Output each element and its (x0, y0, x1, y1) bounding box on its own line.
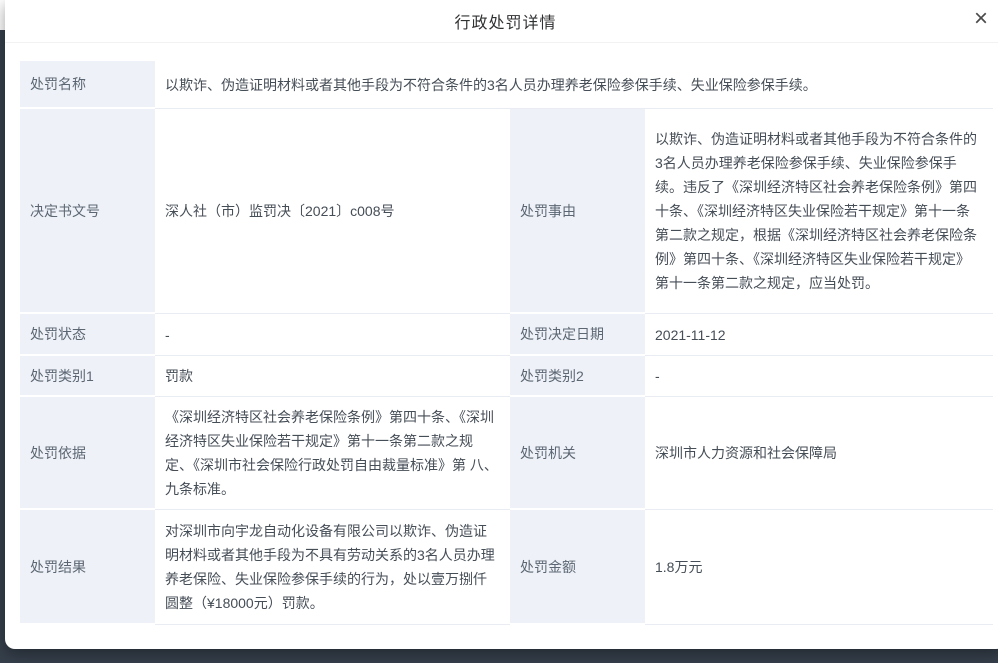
value-penalty-status: - (155, 314, 510, 356)
label-decision-date: 处罚决定日期 (510, 314, 645, 356)
page-background: { "dialog": { "title": "行政处罚详情", "close_… (0, 0, 998, 663)
penalty-detail-table: 处罚名称 以欺诈、伪造证明材料或者其他手段为不符合条件的3名人员办理养老保险参保… (20, 61, 993, 625)
value-penalty-basis: 《深圳经济特区社会养老保险条例》第四十条、《深圳经济特区失业保险若干规定》第十一… (155, 397, 510, 510)
dialog-header: 行政处罚详情 × (5, 0, 998, 43)
value-penalty-reason: 以欺诈、伪造证明材料或者其他手段为不符合条件的3名人员办理养老保险参保手续、失业… (645, 109, 993, 314)
label-category-1: 处罚类别1 (20, 356, 155, 397)
label-penalty-status: 处罚状态 (20, 314, 155, 356)
label-penalty-result: 处罚结果 (20, 510, 155, 625)
close-icon[interactable]: × (968, 2, 994, 36)
value-category-2: - (645, 356, 993, 397)
value-penalty-amount: 1.8万元 (645, 510, 993, 625)
label-penalty-authority: 处罚机关 (510, 397, 645, 510)
value-decision-date: 2021-11-12 (645, 314, 993, 356)
penalty-detail-dialog: 行政处罚详情 × 处罚名称 以欺诈、伪造证明材料或者其他手段为不符合条件的3名人… (5, 0, 998, 649)
dialog-title: 行政处罚详情 (454, 9, 556, 33)
label-penalty-basis: 处罚依据 (20, 397, 155, 510)
label-category-2: 处罚类别2 (510, 356, 645, 397)
label-penalty-amount: 处罚金额 (510, 510, 645, 625)
label-penalty-reason: 处罚事由 (510, 109, 645, 314)
value-category-1: 罚款 (155, 356, 510, 397)
value-decision-number: 深人社（市）监罚决〔2021〕c008号 (155, 109, 510, 314)
label-decision-number: 决定书文号 (20, 109, 155, 314)
value-penalty-authority: 深圳市人力资源和社会保障局 (645, 397, 993, 510)
value-penalty-name: 以欺诈、伪造证明材料或者其他手段为不符合条件的3名人员办理养老保险参保手续、失业… (155, 61, 993, 109)
value-penalty-result: 对深圳市向宇龙自动化设备有限公司以欺诈、伪造证明材料或者其他手段为不具有劳动关系… (155, 510, 510, 625)
label-penalty-name: 处罚名称 (20, 61, 155, 109)
